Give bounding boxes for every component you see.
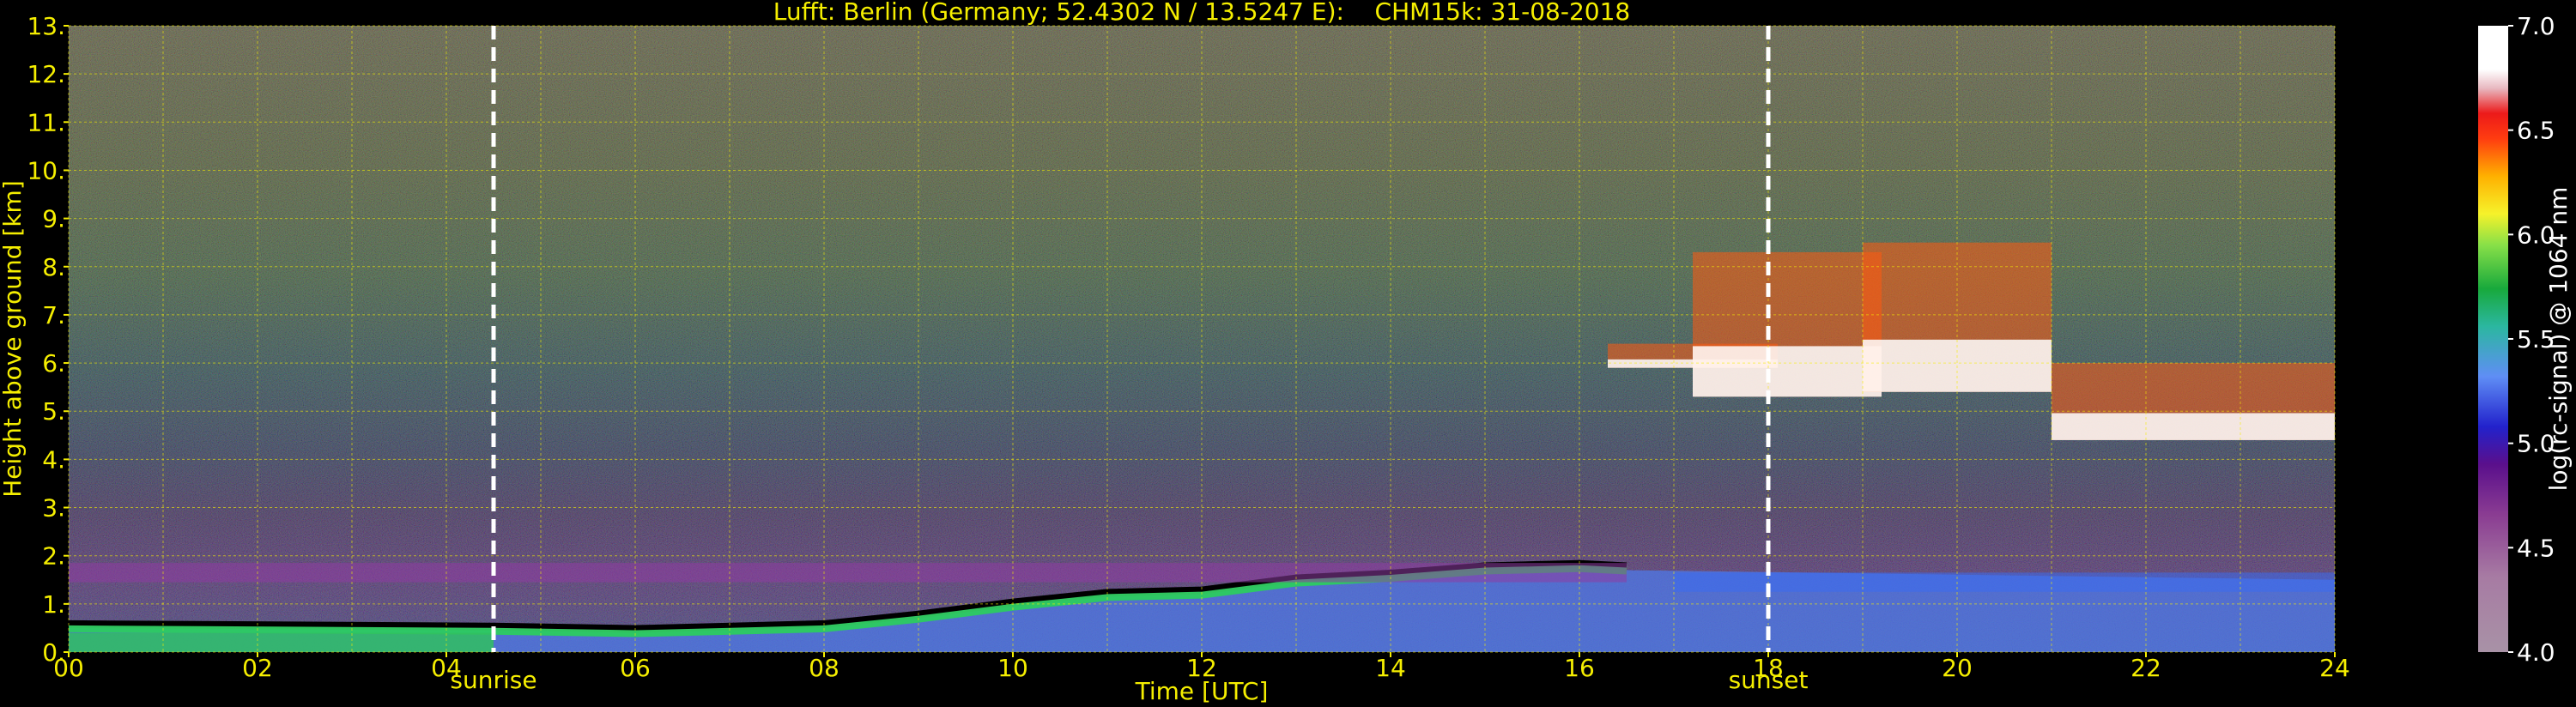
colorbar-tick-label: 4.0 <box>2517 638 2555 667</box>
x-tick-label: 20 <box>1942 654 1973 682</box>
y-tick-label: 2. <box>42 542 65 571</box>
x-tick-label: 02 <box>242 654 273 682</box>
x-tick-label: 10 <box>997 654 1028 682</box>
y-axis-ticks: 0. 1. 2. 3. 4. 5. 6. 7. 8. 9. 10. 11. 12. 13. <box>27 12 69 667</box>
chart-title: Lufft: Berlin (Germany; 52.4302 N / 13.5… <box>773 0 1630 26</box>
x-tick-label: 08 <box>809 654 839 682</box>
colorbar-label: log(rc-signal) @ 1064 nm <box>2544 187 2573 492</box>
x-tick-label: 24 <box>2319 654 2350 682</box>
x-tick-label: 18 <box>1753 654 1784 682</box>
y-tick-label: 1. <box>42 590 65 619</box>
y-tick-label: 8. <box>42 253 65 281</box>
x-tick-label: 16 <box>1564 654 1595 682</box>
y-tick-label: 6. <box>42 349 65 378</box>
colorbar-tick-label: 7.0 <box>2517 12 2555 40</box>
chart-svg: sunrise sunset 00 02 04 06 08 10 12 14 16 18 20 22 24… <box>0 0 2573 705</box>
ceilometer-quicklook: sunrise sunset 00 02 04 06 08 10 12 14 16 18 20 22 24… <box>0 0 2576 707</box>
colorbar-tick-label: 6.5 <box>2517 117 2555 145</box>
y-tick-label: 5. <box>42 397 65 426</box>
colorbar <box>2478 26 2508 652</box>
y-tick-label: 0. <box>42 638 65 667</box>
y-tick-label: 13. <box>27 12 65 40</box>
x-tick-label: 22 <box>2131 654 2161 682</box>
event-label-sunrise: sunrise <box>450 666 536 694</box>
y-axis-label: Height above ground [km] <box>0 180 27 498</box>
y-tick-label: 11. <box>27 108 65 136</box>
cirrus-cloud-base <box>1693 346 1882 397</box>
y-tick-label: 10. <box>27 156 65 184</box>
x-tick-label: 14 <box>1375 654 1406 682</box>
surface-layer <box>69 632 494 652</box>
residual-layer <box>1674 572 2335 592</box>
y-tick-label: 12. <box>27 60 65 88</box>
colorbar-tick-label: 4.5 <box>2517 534 2555 562</box>
y-tick-label: 7. <box>42 301 65 329</box>
y-tick-label: 4. <box>42 445 65 474</box>
cirrus-cloud-base <box>2052 413 2335 440</box>
y-tick-label: 9. <box>42 205 65 233</box>
x-tick-label: 06 <box>620 654 651 682</box>
y-tick-label: 3. <box>42 494 65 523</box>
residual-layer <box>69 563 1627 583</box>
x-tick-label: 04 <box>431 654 462 682</box>
x-axis-label: Time [UTC] <box>1135 677 1269 705</box>
